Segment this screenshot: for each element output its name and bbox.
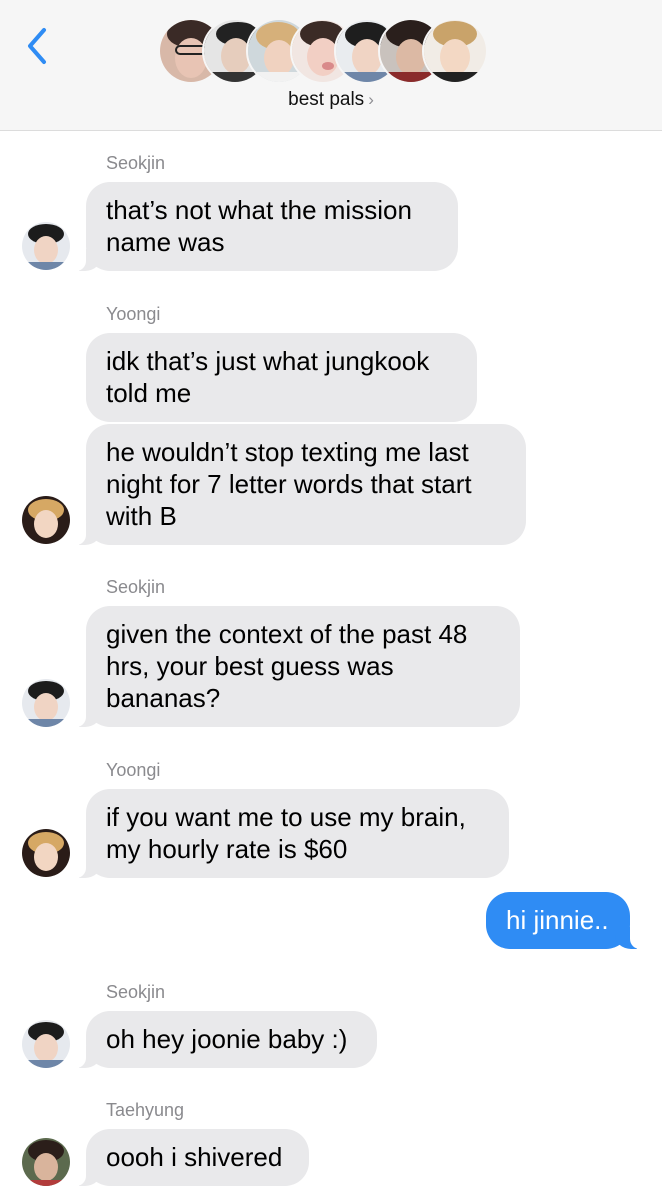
message-bubble[interactable]: oooh i shivered (60, 1129, 309, 1186)
group-avatars[interactable] (158, 18, 508, 84)
back-button[interactable] (22, 26, 54, 66)
outgoing-message-bubble[interactable]: hi jinnie.. (486, 892, 656, 949)
avatar[interactable] (22, 679, 70, 727)
avatar[interactable] (22, 829, 70, 877)
avatar[interactable] (22, 1020, 70, 1068)
sender-name: Yoongi (106, 304, 161, 324)
sender-name: Seokjin (106, 982, 166, 1002)
chevron-right-icon: › (368, 90, 374, 109)
avatar[interactable] (22, 496, 70, 544)
message-bubble[interactable]: idk that’s just what jungkook told me (86, 333, 477, 422)
sender-name: Taehyung (106, 1100, 185, 1120)
sender-name: Yoongi (106, 760, 161, 780)
group-name-label: best pals (288, 89, 365, 110)
avatar[interactable] (22, 222, 70, 270)
group-name-button[interactable]: best pals › (0, 89, 662, 111)
message-bubble[interactable]: if you want me to use my brain, my hourl… (60, 789, 509, 878)
sender-name: Seokjin (106, 577, 166, 597)
message-bubble[interactable]: that’s not what the mission name was (60, 182, 458, 271)
conversation-header: best pals › (0, 0, 662, 131)
message-bubble[interactable]: given the context of the past 48 hrs, yo… (60, 606, 520, 727)
group-member-avatar (422, 18, 488, 84)
message-bubble[interactable]: he wouldn’t stop texting me last night f… (60, 424, 526, 545)
chevron-left-icon (28, 28, 46, 64)
message-bubble[interactable]: oh hey joonie baby :) (60, 1011, 377, 1068)
sender-name: Seokjin (106, 153, 166, 173)
avatar[interactable] (22, 1138, 70, 1186)
